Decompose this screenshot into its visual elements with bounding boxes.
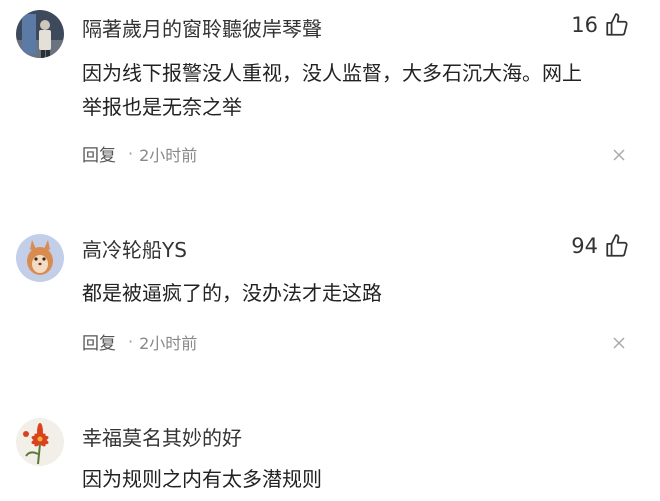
separator-dot: · — [128, 144, 134, 163]
cartoon-avatar-icon — [16, 234, 64, 282]
user-avatar[interactable] — [16, 418, 64, 466]
flower-avatar-icon — [16, 418, 64, 466]
like-button[interactable]: 94 — [571, 233, 630, 259]
comment-text-line: 因为规则之内有太多潜规则 — [82, 467, 322, 491]
reply-button[interactable]: 回复 — [82, 141, 116, 166]
username[interactable]: 高冷轮船YS — [82, 234, 187, 263]
comment-text-line: 都是被逼疯了的，没办法才走这路 — [82, 281, 382, 305]
reply-button[interactable]: 回复 — [82, 329, 116, 354]
username[interactable]: 隔著歲月的窗聆聽彼岸琴聲 — [82, 13, 322, 42]
thumbs-up-icon — [606, 234, 628, 257]
person-photo-icon — [16, 10, 64, 58]
username[interactable]: 幸福莫名其妙的好 — [82, 422, 242, 451]
comment-text: 因为规则之内有太多潜规则 — [82, 462, 622, 496]
comment-text-line: 举报也是无奈之举 — [82, 95, 242, 119]
separator-dot: · — [128, 332, 134, 351]
like-button[interactable]: 16 — [571, 12, 630, 38]
thumbs-up-icon — [606, 13, 628, 36]
user-avatar[interactable] — [16, 10, 64, 58]
comment-text: 因为线下报警没人重视，没人监督，大多石沉大海。网上 举报也是无奈之举 — [82, 56, 622, 124]
timestamp: 2小时前 — [139, 333, 198, 353]
comment-text: 都是被逼疯了的，没办法才走这路 — [82, 276, 622, 310]
like-count: 94 — [571, 234, 598, 258]
timestamp: 2小时前 — [139, 145, 198, 165]
comment-text-line: 因为线下报警没人重视，没人监督，大多石沉大海。网上 — [82, 61, 582, 85]
user-avatar[interactable] — [16, 234, 64, 282]
comment-meta: 回复 · 2小时前 — [82, 329, 197, 354]
like-count: 16 — [571, 13, 598, 37]
close-icon[interactable] — [612, 148, 626, 162]
close-icon[interactable] — [612, 336, 626, 350]
comment-meta: 回复 · 2小时前 — [82, 141, 197, 166]
